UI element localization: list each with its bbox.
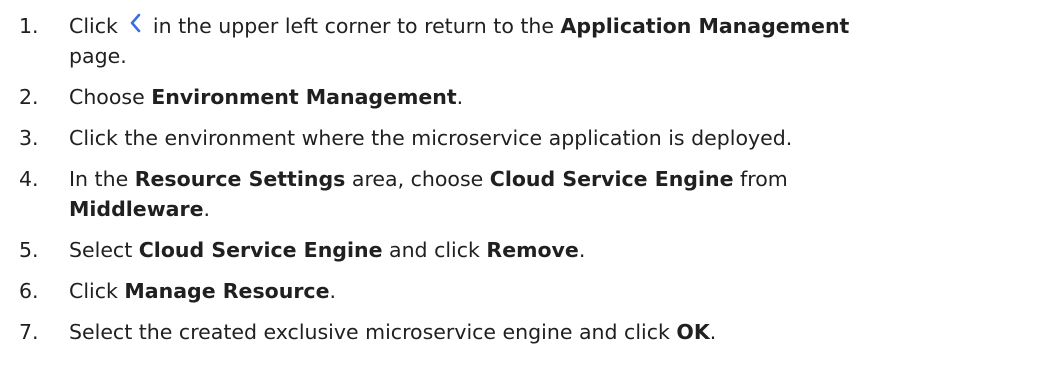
ui-term: Cloud Service Engine: [138, 238, 383, 262]
ui-term: Resource Settings: [134, 167, 346, 191]
step-3: 3. Click the environment where the micro…: [0, 123, 1050, 153]
step-5: 5. Select Cloud Service Engine and click…: [0, 235, 1050, 265]
step-1: 1. Click in the upper left corner to ret…: [0, 0, 1050, 71]
step-7: 7. Select the created exclusive microser…: [0, 317, 1050, 347]
step-number: 3.: [19, 126, 39, 150]
step-text: in the upper left corner to return to th…: [146, 14, 561, 38]
step-text: area, choose: [345, 167, 490, 191]
step-text: Select: [69, 238, 139, 262]
step-text: Click: [69, 279, 125, 303]
step-number: 2.: [19, 85, 39, 109]
ui-term: Environment Management: [151, 85, 457, 109]
chevron-left-icon: [128, 12, 142, 34]
step-2: 2. Choose Environment Management.: [0, 82, 1050, 112]
step-text: Click the environment where the microser…: [69, 126, 793, 150]
step-number: 5.: [19, 238, 39, 262]
ui-term: Manage Resource: [124, 279, 330, 303]
step-text: Click: [69, 14, 118, 38]
step-text: .: [456, 85, 464, 109]
step-number: 7.: [19, 320, 39, 344]
ui-term: Cloud Service Engine: [489, 167, 734, 191]
ui-term: OK: [676, 320, 710, 344]
procedure-steps: 1. Click in the upper left corner to ret…: [0, 0, 1050, 347]
ui-term: Application Management: [560, 14, 850, 38]
step-text: and click: [382, 238, 487, 262]
step-number: 4.: [19, 167, 39, 191]
ui-term: Remove: [486, 238, 579, 262]
step-number: 6.: [19, 279, 39, 303]
step-text: .: [578, 238, 586, 262]
step-text: Select the created exclusive microservic…: [69, 320, 677, 344]
step-text: Choose: [69, 85, 152, 109]
step-4: 4. In the Resource Settings area, choose…: [0, 164, 1050, 224]
ui-term: Middleware: [69, 197, 204, 221]
step-text: .: [329, 279, 337, 303]
step-text: .: [709, 320, 717, 344]
step-text: page.: [69, 44, 127, 68]
step-number: 1.: [19, 14, 39, 38]
step-text: from: [733, 167, 788, 191]
step-6: 6. Click Manage Resource.: [0, 276, 1050, 306]
step-text: .: [203, 197, 211, 221]
step-text: In the: [69, 167, 135, 191]
